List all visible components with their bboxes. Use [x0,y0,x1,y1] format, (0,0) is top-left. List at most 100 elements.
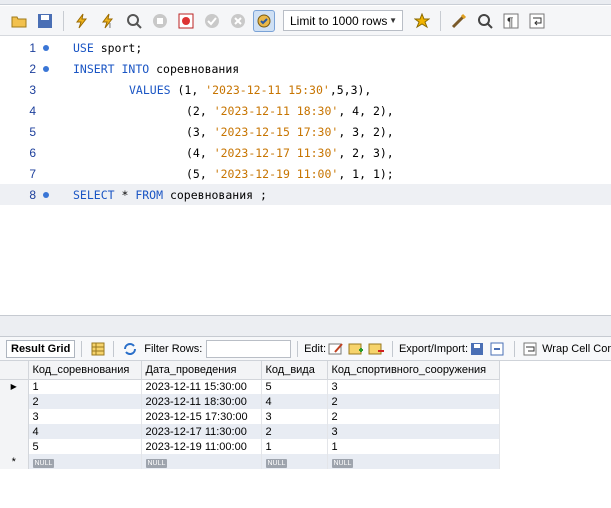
add-snippet-star-icon[interactable] [411,10,433,32]
table-cell[interactable]: 3 [261,409,328,424]
table-cell[interactable]: NULL [141,454,262,469]
row-indicator [0,439,29,454]
wrap-cell-icon[interactable] [523,341,538,357]
column-header[interactable]: Дата_проведения [141,361,262,380]
line-number: 5 [29,124,36,139]
results-toolbar: Result Grid Filter Rows: Edit: Export/Im… [0,337,611,361]
string-literal: '2023-12-15 17:30' [213,124,339,139]
execute-icon[interactable] [71,10,93,32]
table-cell[interactable]: 3 [28,409,142,424]
limit-rows-value: Limit to 1000 rows [290,13,388,28]
keyword: SELECT [73,187,115,202]
stop-icon[interactable] [149,10,171,32]
toggle-continue-on-error-icon[interactable] [175,10,197,32]
table-row[interactable]: 3 2023-12-15 17:30:00 3 2 [0,409,500,424]
panel-splitter[interactable] [0,315,611,337]
code-text: (4, '2023-12-17 11:30', 2, 3), [73,146,394,160]
code-token: , 2, 3), [338,145,394,160]
null-badge: NULL [32,458,55,468]
table-cell[interactable]: 1 [28,379,142,394]
save-icon[interactable] [34,10,56,32]
new-row[interactable]: * NULL NULL NULL NULL [0,454,500,469]
toolbar-separator [392,340,393,357]
table-cell[interactable]: 4 [261,394,328,409]
commit-icon[interactable] [201,10,223,32]
beautify-icon[interactable] [448,10,470,32]
add-row-icon[interactable] [348,341,364,357]
rollback-icon[interactable] [227,10,249,32]
find-icon[interactable] [474,10,496,32]
table-cell[interactable]: NULL [28,454,142,469]
line-number: 1 [29,40,36,55]
edit-label: Edit: [304,342,327,355]
code-text: (2, '2023-12-11 18:30', 4, 2), [73,104,394,118]
filter-rows-input[interactable] [206,339,292,358]
code-token: (1, [177,82,206,97]
wrap-cell-content-label: Wrap Cell Cor [542,342,611,355]
code-token: (5, [186,166,214,181]
table-cell[interactable]: 2023-12-11 18:30:00 [141,394,262,409]
toolbar-separator [514,340,515,357]
execute-current-icon[interactable]: I [97,10,119,32]
delete-row-icon[interactable] [368,341,385,357]
explain-icon[interactable] [123,10,145,32]
table-cell[interactable]: NULL [261,454,328,469]
keyword: VALUES [129,82,171,97]
table-cell[interactable]: 3 [327,424,500,439]
code-text: SELECT * FROM соревнования ; [73,188,267,202]
table-cell[interactable]: 2 [327,409,500,424]
table-cell[interactable]: 5 [28,439,142,454]
table-cell[interactable]: 2023-12-19 11:00:00 [141,439,262,454]
line-number: 6 [29,145,36,160]
result-grid[interactable]: Код_соревнования Дата_проведения Код_вид… [0,361,611,508]
result-grid-tab[interactable]: Result Grid [6,339,76,358]
table-cell[interactable]: 1 [261,439,328,454]
table-cell[interactable]: 2 [261,424,328,439]
table-cell[interactable]: 2023-12-15 17:30:00 [141,409,262,424]
current-row-indicator: ▶ [0,379,29,394]
grid-layout-icon[interactable] [90,341,105,357]
table-cell[interactable]: 1 [327,439,500,454]
word-wrap-icon[interactable] [526,10,548,32]
limit-rows-select[interactable]: Limit to 1000 rows ▼ [283,10,403,31]
table-cell[interactable]: 2023-12-11 15:30:00 [141,379,262,394]
refresh-icon[interactable] [122,341,138,357]
table-cell[interactable]: 2 [28,394,142,409]
table-row[interactable]: 2 2023-12-11 18:30:00 4 2 [0,394,500,409]
code-text: (5, '2023-12-19 11:00', 1, 1); [73,167,394,181]
table-row[interactable]: 5 2023-12-19 11:00:00 1 1 [0,439,500,454]
table-cell[interactable]: NULL [327,454,500,469]
column-header[interactable]: Код_соревнования [28,361,142,380]
null-badge: NULL [145,458,168,468]
statement-marker-icon [43,65,49,72]
row-indicator [0,409,29,424]
code-token: * [114,187,136,202]
export-icon[interactable] [470,341,486,357]
query-tab-strip[interactable] [0,0,611,5]
line-number: 4 [29,103,36,118]
autocommit-toggle-icon[interactable] [253,9,275,32]
svg-text:I: I [109,23,111,29]
column-header[interactable]: Код_спортивного_сооружения [327,361,500,380]
table-cell[interactable]: 3 [327,379,500,394]
column-header[interactable]: Код_вида [261,361,328,380]
table-cell[interactable]: 2 [327,394,500,409]
edit-cell-icon[interactable] [328,341,344,357]
table-row[interactable]: 4 2023-12-17 11:30:00 2 3 [0,424,500,439]
table-cell[interactable]: 2023-12-17 11:30:00 [141,424,262,439]
toolbar-separator [81,340,83,357]
sql-editor[interactable]: 1 USE sport; 2 INSERT INTO соревнования … [0,37,611,315]
invisible-chars-icon[interactable]: ¶ [500,10,522,32]
code-line: 1 USE sport; [0,37,611,58]
open-folder-icon[interactable] [8,10,30,32]
table-cell[interactable]: 4 [28,424,142,439]
table-row[interactable]: ▶ 1 2023-12-11 15:30:00 5 3 [0,379,500,394]
result-table: Код_соревнования Дата_проведения Код_вид… [0,361,500,469]
keyword: INSERT [73,61,115,76]
code-token: ,5,3), [329,82,372,97]
code-text: VALUES (1, '2023-12-11 15:30',5,3), [73,83,371,97]
keyword: FROM [135,187,164,202]
line-number: 2 [29,61,36,76]
table-cell[interactable]: 5 [261,379,328,394]
import-icon[interactable] [490,341,506,357]
